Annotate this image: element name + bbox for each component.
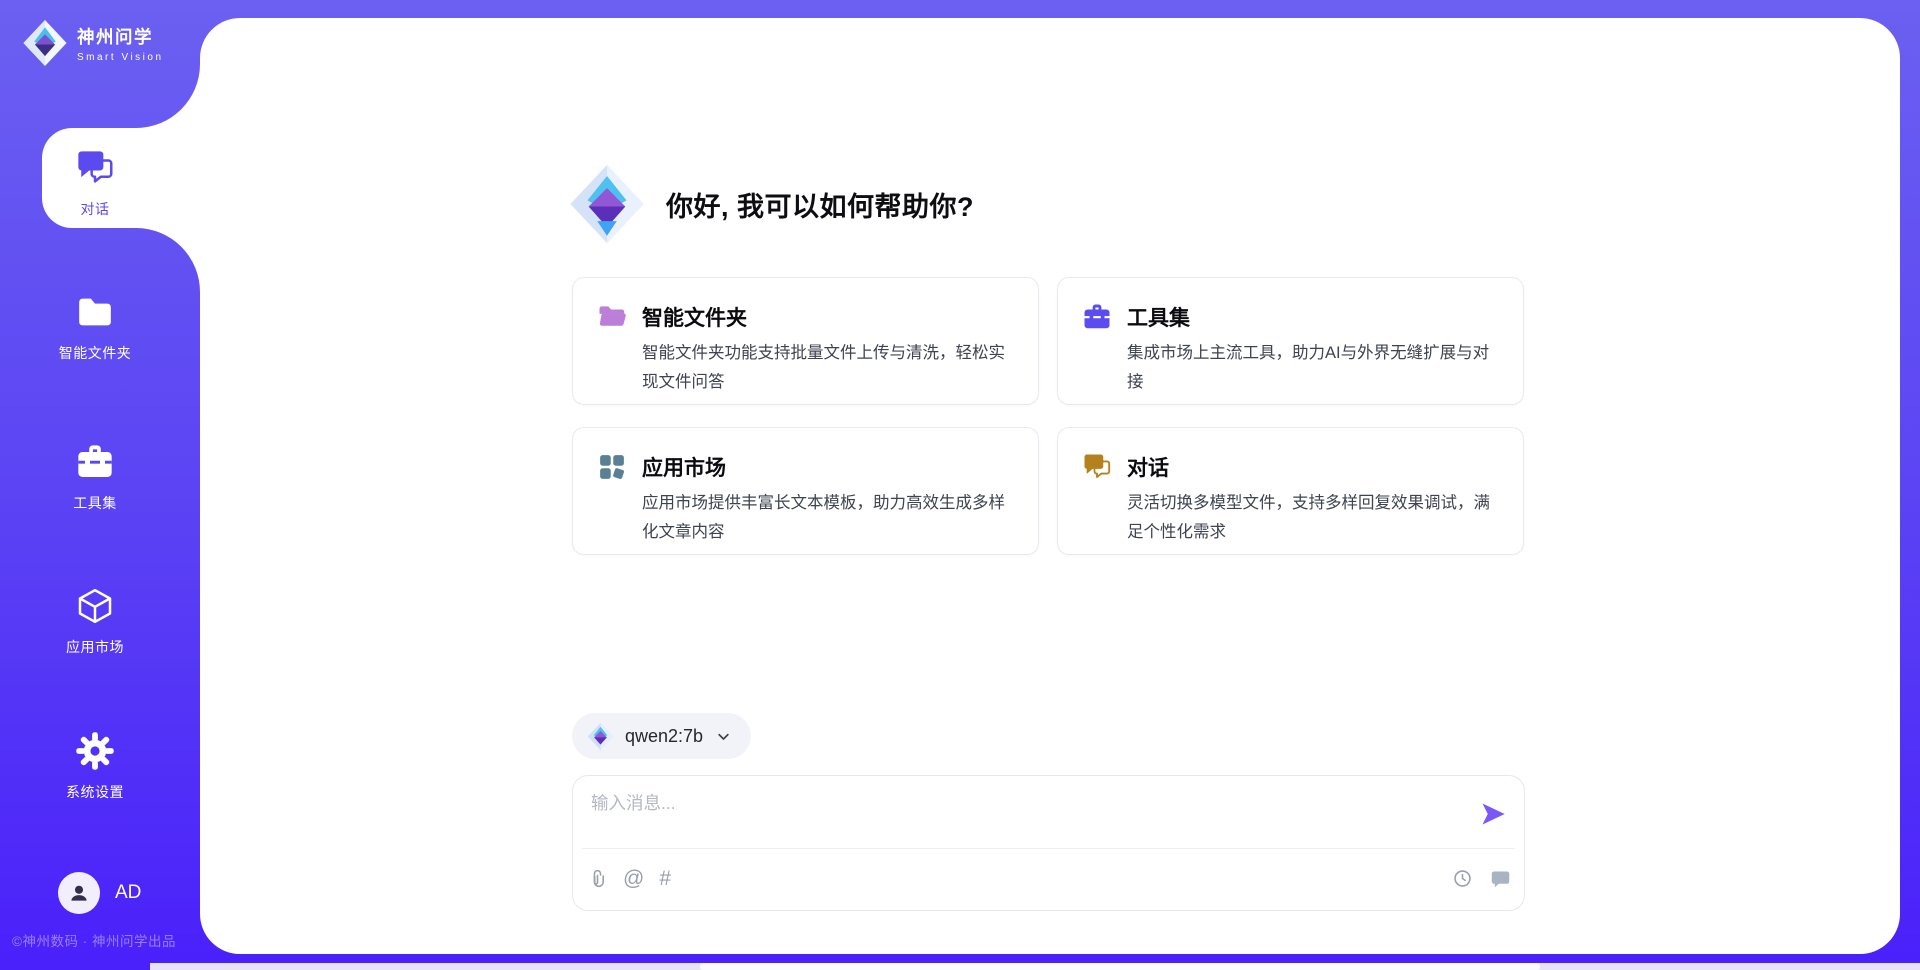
sidebar-item-label: 应用市场 [0,637,190,657]
sidebar-item-smart-folder[interactable]: 智能文件夹 [0,291,190,363]
sidebar: 神州问学 Smart Vision 对话 智能文件夹 [0,0,200,970]
user-profile[interactable]: AD [58,872,141,914]
feature-card-smart-folder[interactable]: 智能文件夹 智能文件夹功能支持批量文件上传与清洗，轻松实现文件问答 [572,277,1039,405]
sidebar-item-settings[interactable]: 系统设置 [0,730,190,802]
composer-divider [582,848,1515,849]
main-panel: 你好, 我可以如何帮助你? 智能文件夹 智能文件夹功能支持批量文件上传与清洗，轻… [200,18,1900,954]
open-folder-icon [597,302,627,332]
history-clock-icon [1452,868,1473,889]
card-title: 对话 [1127,452,1169,482]
attach-button[interactable] [587,868,608,889]
feature-cards: 智能文件夹 智能文件夹功能支持批量文件上传与清洗，轻松实现文件问答 [572,277,1524,555]
card-title: 智能文件夹 [642,302,747,332]
feature-card-toolset[interactable]: 工具集 集成市场上主流工具，助力AI与外界无缝扩展与对接 [1057,277,1524,405]
card-description: 应用市场提供丰富长文本模板，助力高效生成多样化文章内容 [642,489,1016,547]
feature-card-app-market[interactable]: 应用市场 应用市场提供丰富长文本模板，助力高效生成多样化文章内容 [572,427,1039,555]
send-button[interactable] [1478,800,1508,830]
sidebar-item-label: 系统设置 [0,782,190,802]
message-input[interactable] [589,788,1453,842]
gear-icon [0,730,190,772]
person-icon [66,880,92,906]
history-button[interactable] [1452,868,1473,889]
chat-bubbles-icon [0,147,190,189]
card-description: 集成市场上主流工具，助力AI与外界无缝扩展与对接 [1127,339,1501,397]
sidebar-item-chat[interactable]: 对话 [0,147,190,219]
model-name: qwen2:7b [625,726,703,747]
avatar [58,872,100,914]
folder-icon [0,291,190,333]
sidebar-item-app-market[interactable]: 应用市场 [0,585,190,657]
briefcase-icon [0,441,190,483]
brand-logo-icon [22,18,68,68]
composer: @ # [572,775,1525,911]
app-grid-icon [597,452,627,482]
user-name: AD [115,882,141,904]
app-window: { "brand": {"name": "神州问学", "subtitle": … [0,0,1920,970]
brand: 神州问学 Smart Vision [22,18,164,68]
quick-chat-button[interactable] [1490,868,1511,889]
hash-icon: # [659,868,671,889]
mention-button[interactable]: @ [623,868,644,889]
composer-toolbar: @ # [587,860,1511,896]
model-logo-icon [587,722,614,751]
copyright-footer: ©神州数码 · 神州问学出品 [12,930,198,950]
sidebar-item-label: 对话 [0,199,190,219]
briefcase-icon [1082,302,1112,332]
sidebar-item-toolset[interactable]: 工具集 [0,441,190,513]
at-icon: @ [623,868,644,889]
send-icon [1479,800,1507,828]
greeting-title: 你好, 我可以如何帮助你? [666,185,974,224]
chat-filled-icon [1490,868,1511,889]
card-title: 工具集 [1127,302,1190,332]
sidebar-item-label: 智能文件夹 [0,343,190,363]
brand-subtitle: Smart Vision [77,52,164,63]
chat-bubbles-icon [1082,452,1112,482]
topic-button[interactable]: # [659,868,671,889]
assistant-logo-icon [568,162,646,246]
chevron-down-icon [716,729,731,744]
sidebar-item-label: 工具集 [0,493,190,513]
card-title: 应用市场 [642,452,726,482]
card-description: 智能文件夹功能支持批量文件上传与清洗，轻松实现文件问答 [642,339,1016,397]
greeting-row: 你好, 我可以如何帮助你? [568,162,974,246]
card-description: 灵活切换多模型文件，支持多样回复效果调试，满足个性化需求 [1127,489,1501,547]
scrollbar-thumb[interactable] [700,963,1540,970]
brand-name: 神州问学 [77,24,164,49]
model-selector[interactable]: qwen2:7b [572,713,751,759]
feature-card-chat[interactable]: 对话 灵活切换多模型文件，支持多样回复效果调试，满足个性化需求 [1057,427,1524,555]
paperclip-icon [587,868,608,889]
cube-icon [0,585,190,627]
horizontal-scrollbar[interactable] [150,963,1920,970]
